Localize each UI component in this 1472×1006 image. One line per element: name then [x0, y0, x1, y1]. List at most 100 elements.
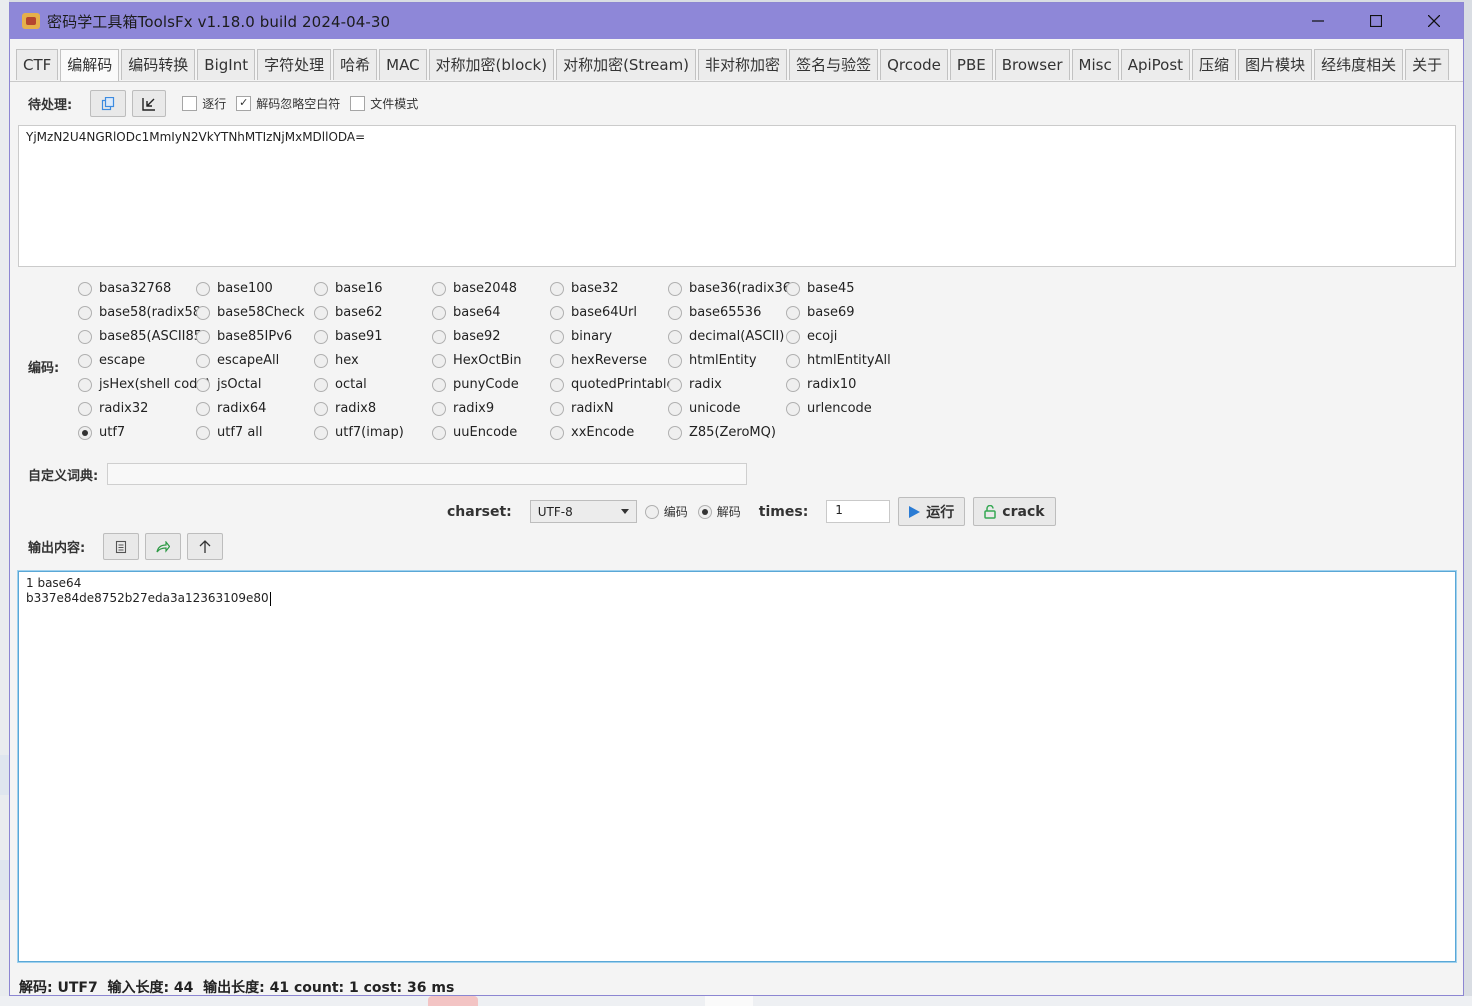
encoding-option[interactable]: base64 — [432, 305, 501, 320]
encoding-option[interactable]: xxEncode — [550, 425, 634, 440]
encoding-option[interactable]: base2048 — [432, 281, 517, 296]
tab-10[interactable]: 签名与验签 — [789, 49, 879, 80]
encoding-option[interactable]: radix — [668, 377, 722, 392]
charset-select[interactable]: UTF-8 — [529, 500, 637, 523]
encoding-option-label: escape — [99, 353, 146, 368]
maximize-button[interactable] — [1347, 3, 1405, 39]
encoding-option[interactable]: uuEncode — [432, 425, 517, 440]
tab-7[interactable]: 对称加密(block) — [428, 49, 555, 80]
tab-19[interactable]: 关于 — [1405, 49, 1450, 80]
move-up-button[interactable] — [187, 533, 224, 560]
tab-9[interactable]: 非对称加密 — [698, 49, 788, 80]
tab-17[interactable]: 图片模块 — [1238, 49, 1313, 80]
encoding-option[interactable]: base32 — [550, 281, 619, 296]
encoding-option-label: radix — [689, 377, 722, 392]
tab-2[interactable]: 编码转换 — [121, 49, 196, 80]
encoding-option[interactable]: base45 — [786, 281, 855, 296]
encoding-option[interactable]: escapeAll — [196, 353, 279, 368]
encoding-option[interactable]: base36(radix36) — [668, 281, 796, 296]
tab-6[interactable]: MAC — [379, 49, 427, 80]
encoding-option[interactable]: base69 — [786, 305, 855, 320]
encoding-option[interactable]: escape — [78, 353, 145, 368]
encoding-option[interactable]: octal — [314, 377, 367, 392]
copy-input-button[interactable] — [90, 90, 127, 117]
text-caret — [269, 591, 271, 606]
encoding-option[interactable]: base58(radix58) — [78, 305, 206, 320]
tab-5[interactable]: 哈希 — [333, 49, 378, 80]
file-mode-checkbox[interactable]: 文件模式 — [350, 95, 418, 112]
encoding-option[interactable]: utf7 — [78, 425, 125, 440]
tab-15[interactable]: ApiPost — [1120, 49, 1191, 80]
encoding-option[interactable]: base85(ASCII85) — [78, 329, 207, 344]
encoding-option[interactable]: punyCode — [432, 377, 519, 392]
encoding-option[interactable]: base85IPv6 — [196, 329, 292, 344]
tab-12[interactable]: PBE — [949, 49, 993, 80]
encoding-option[interactable]: utf7 all — [196, 425, 263, 440]
encoding-option[interactable]: radix64 — [196, 401, 266, 416]
encoding-option[interactable]: base92 — [432, 329, 501, 344]
encoding-option-label: unicode — [689, 401, 741, 416]
encoding-option[interactable]: hexReverse — [550, 353, 647, 368]
decode-mode-radio[interactable]: 解码 — [697, 503, 741, 520]
minimize-button[interactable] — [1289, 3, 1347, 39]
encoding-option[interactable]: htmlEntityAll — [786, 353, 891, 368]
forward-output-button[interactable] — [145, 533, 182, 560]
encoding-option[interactable]: basa32768 — [78, 281, 171, 296]
output-textarea[interactable]: 1 base64 b337e84de8752b27eda3a12363109e8… — [18, 571, 1456, 962]
encoding-option[interactable]: ecoji — [786, 329, 837, 344]
encoding-option[interactable]: HexOctBin — [432, 353, 522, 368]
encoding-option[interactable]: radixN — [550, 401, 614, 416]
run-button[interactable]: 运行 — [898, 497, 966, 526]
tab-18[interactable]: 经纬度相关 — [1314, 49, 1404, 80]
ignore-whitespace-checkbox[interactable]: ✓ 解码忽略空白符 — [236, 95, 340, 112]
encoding-option[interactable]: radix32 — [78, 401, 148, 416]
radio-button-icon — [786, 281, 800, 296]
encoding-option[interactable]: jsOctal — [196, 377, 261, 392]
radio-button-icon — [668, 353, 682, 368]
import-file-button[interactable] — [132, 90, 167, 117]
input-textarea[interactable]: YjMzN2U4NGRlODc1MmIyN2VkYTNhMTIzNjMxMDll… — [18, 125, 1456, 267]
tab-8[interactable]: 对称加密(Stream) — [556, 49, 697, 80]
encode-mode-radio[interactable]: 编码 — [644, 503, 688, 520]
tab-1[interactable]: 编解码 — [60, 49, 120, 81]
tab-4[interactable]: 字符处理 — [257, 49, 332, 80]
tab-0[interactable]: CTF — [16, 49, 59, 80]
crack-button[interactable]: crack — [973, 497, 1056, 526]
encoding-option[interactable]: base65536 — [668, 305, 761, 320]
tab-11[interactable]: Qrcode — [880, 49, 948, 80]
title-bar[interactable]: 密码学工具箱ToolsFx v1.18.0 build 2024-04-30 — [10, 3, 1463, 39]
tab-13[interactable]: Browser — [994, 49, 1070, 80]
encoding-option[interactable]: utf7(imap) — [314, 425, 404, 440]
encoding-option[interactable]: base64Url — [550, 305, 637, 320]
encoding-option[interactable]: hex — [314, 353, 359, 368]
times-input[interactable]: 1 — [826, 500, 891, 523]
encoding-option[interactable]: base100 — [196, 281, 273, 296]
encoding-option[interactable]: htmlEntity — [668, 353, 757, 368]
tab-3[interactable]: BigInt — [197, 49, 256, 80]
line-by-line-label: 逐行 — [202, 97, 227, 111]
ignore-whitespace-label: 解码忽略空白符 — [256, 97, 341, 111]
tab-16[interactable]: 压缩 — [1192, 49, 1237, 80]
close-button[interactable] — [1405, 3, 1463, 39]
encoding-option[interactable]: urlencode — [786, 401, 872, 416]
encoding-option[interactable]: base91 — [314, 329, 383, 344]
copy-output-button[interactable] — [103, 533, 140, 560]
encoding-option[interactable]: jsHex(shell code) — [78, 377, 210, 392]
tab-14[interactable]: Misc — [1071, 49, 1119, 80]
encoding-option[interactable]: unicode — [668, 401, 740, 416]
encoding-option[interactable]: binary — [550, 329, 612, 344]
encoding-option[interactable]: radix9 — [432, 401, 494, 416]
app-window: 密码学工具箱ToolsFx v1.18.0 build 2024-04-30 C… — [9, 2, 1464, 996]
encoding-option[interactable]: radix10 — [786, 377, 856, 392]
encoding-option[interactable]: radix8 — [314, 401, 376, 416]
encoding-option[interactable]: base16 — [314, 281, 383, 296]
encoding-option[interactable]: base58Check — [196, 305, 305, 320]
encoding-option[interactable]: base62 — [314, 305, 383, 320]
encoding-option[interactable]: decimal(ASCII) — [668, 329, 784, 344]
radio-button-icon — [786, 353, 800, 368]
encoding-option[interactable]: quotedPrintable — [550, 377, 675, 392]
encoding-option[interactable]: Z85(ZeroMQ) — [668, 425, 776, 440]
radio-button-icon — [196, 377, 210, 392]
custom-dict-input[interactable] — [107, 463, 748, 485]
line-by-line-checkbox[interactable]: 逐行 — [182, 95, 226, 112]
